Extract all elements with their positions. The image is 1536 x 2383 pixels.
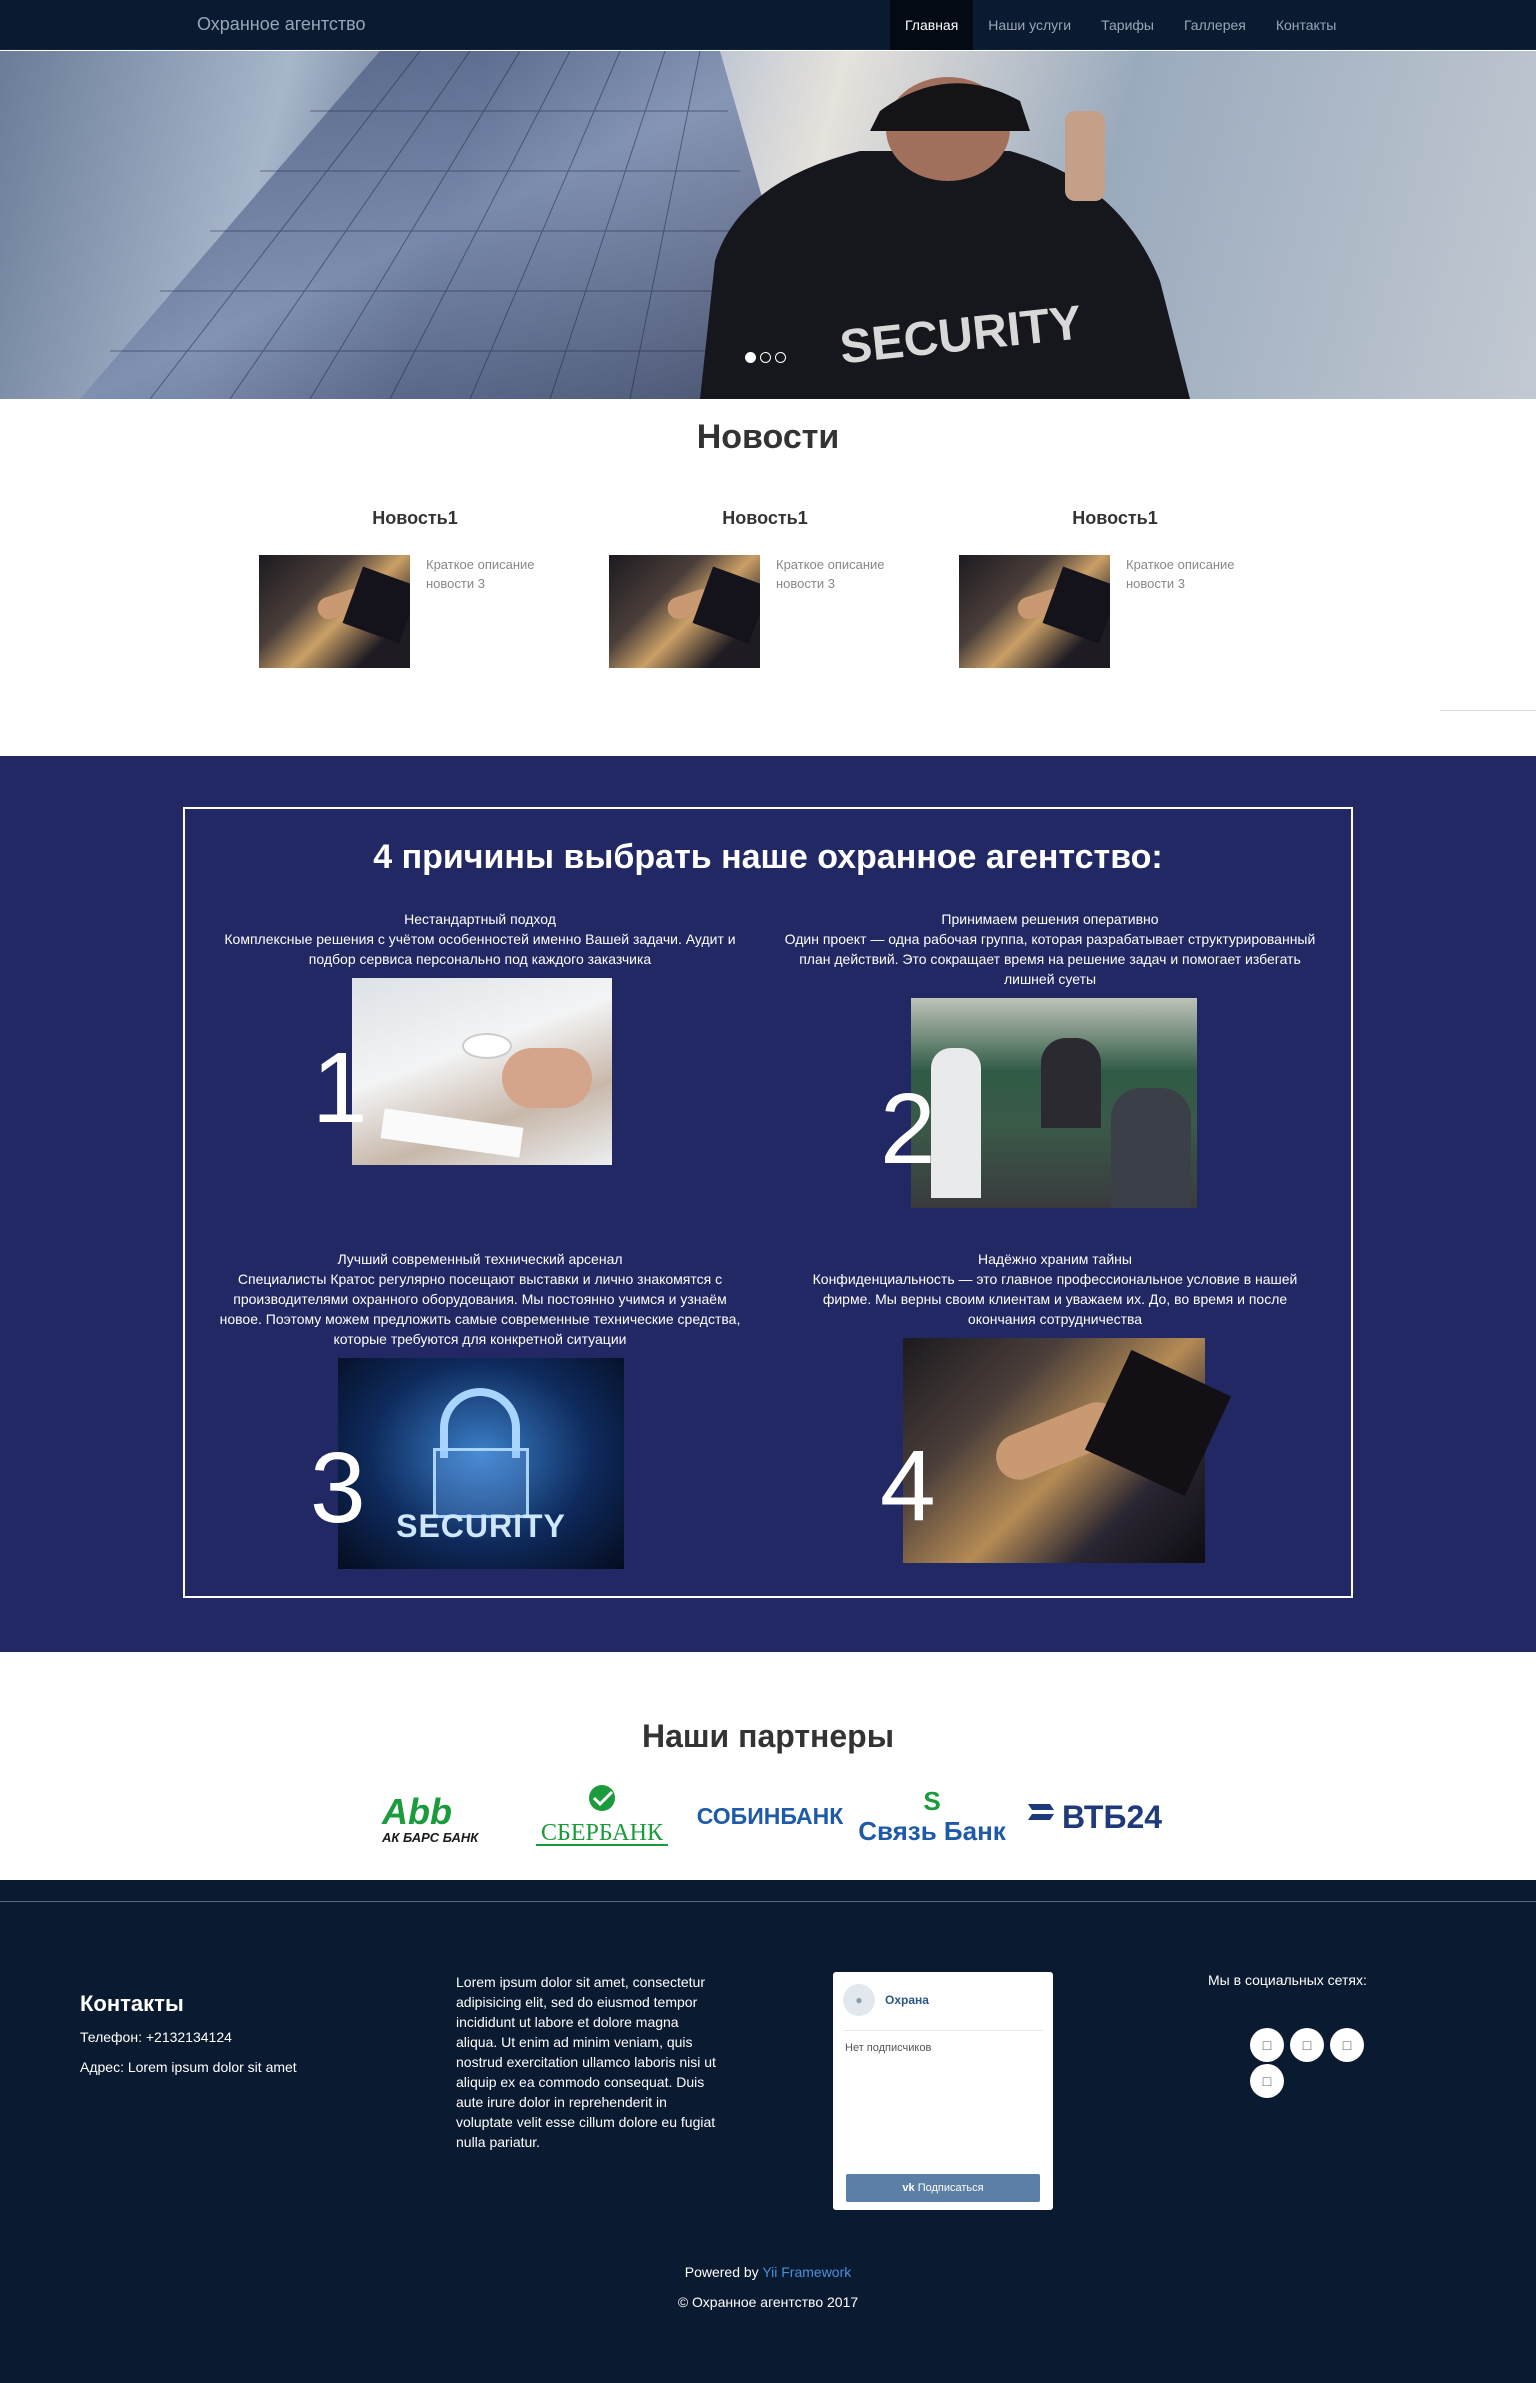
partner-logo-text: АК БАРС БАНК bbox=[381, 1830, 479, 1845]
social-icon[interactable]: □ bbox=[1250, 2064, 1284, 2098]
reasons-heading: 4 причины выбрать наше охранное агентств… bbox=[373, 838, 1163, 876]
powered-prefix: Powered by bbox=[684, 2264, 763, 2280]
reason-text: Один проект — одна рабочая группа, котор… bbox=[784, 931, 1316, 987]
footer-divider bbox=[0, 1901, 1536, 1902]
vk-subscribers: Нет подписчиков bbox=[845, 2042, 932, 2054]
vk-subscribe-button[interactable]: vk Подписаться bbox=[846, 2174, 1040, 2202]
partner-logo-sobinbank[interactable]: СОБИНБАНК bbox=[692, 1786, 848, 1846]
news-item: Новость1 Краткое описание новости 3 bbox=[600, 508, 930, 668]
contact-phone: Телефон: +2132134124 bbox=[80, 2029, 232, 2045]
nav-item-contacts[interactable]: Контакты bbox=[1261, 0, 1351, 50]
contacts-heading: Контакты bbox=[80, 1991, 184, 2016]
reason-number: 2 bbox=[880, 1073, 936, 1185]
powered-by: Powered by Yii Framework bbox=[0, 2264, 1536, 2280]
vk-widget-header[interactable]: ● Охрана bbox=[843, 1984, 929, 2016]
brand-link[interactable]: Охранное агентство bbox=[197, 14, 366, 35]
vk-widget: ● Охрана Нет подписчиков vk Подписаться bbox=[833, 1972, 1053, 2210]
nav-item-home[interactable]: Главная bbox=[890, 0, 974, 50]
social-icon[interactable]: □ bbox=[1330, 2028, 1364, 2062]
reason-title: Нестандартный подход bbox=[404, 911, 556, 927]
news-item-title[interactable]: Новость1 bbox=[250, 508, 580, 529]
reason-item: Принимаем решения оперативно Один проект… bbox=[780, 909, 1320, 989]
reason-image bbox=[352, 978, 612, 1165]
carousel-dot[interactable] bbox=[775, 352, 786, 363]
reason-text: Специалисты Кратос регулярно посещают вы… bbox=[219, 1271, 741, 1347]
yii-framework-link[interactable]: Yii Framework bbox=[762, 2264, 851, 2280]
news-heading: Новости bbox=[696, 418, 840, 456]
vk-subscribe-label: Подписаться bbox=[917, 2182, 984, 2194]
reason-image bbox=[911, 998, 1197, 1208]
hero-carousel[interactable]: SECURITY bbox=[0, 51, 1536, 399]
hero-image: SECURITY bbox=[80, 51, 1190, 399]
nav-item-tariffs[interactable]: Тарифы bbox=[1086, 0, 1169, 50]
group-avatar-icon: ● bbox=[843, 1984, 875, 2016]
divider bbox=[1440, 710, 1536, 711]
news-item-title[interactable]: Новость1 bbox=[950, 508, 1280, 529]
footer: Контакты Телефон: +2132134124 Адрес: Lor… bbox=[0, 1880, 1536, 2383]
vk-widget-divider bbox=[843, 2030, 1043, 2031]
reason-image-caption: SECURITY bbox=[396, 1508, 566, 1544]
copyright: © Охранное агентство 2017 bbox=[677, 2294, 859, 2310]
social-icon[interactable]: □ bbox=[1250, 2028, 1284, 2062]
reason-text: Конфиденциальность — это главное професс… bbox=[812, 1271, 1298, 1327]
news-thumbnail[interactable] bbox=[259, 555, 410, 668]
reason-title: Принимаем решения оперативно bbox=[941, 911, 1159, 927]
reason-title: Лучший современный технический арсенал bbox=[337, 1251, 623, 1267]
reason-image: SECURITY bbox=[338, 1358, 624, 1569]
reason-item: Надёжно храним тайны Конфиденциальность … bbox=[800, 1249, 1310, 1329]
news-thumbnail[interactable] bbox=[959, 555, 1110, 668]
news-item: Новость1 Краткое описание новости 3 bbox=[950, 508, 1280, 668]
partner-logo-text: ВТБ24 bbox=[1062, 1799, 1162, 1835]
social-heading: Мы в социальных сетях: bbox=[1208, 1972, 1367, 1988]
news-item-text: Краткое описание новости 3 bbox=[776, 557, 885, 591]
news-item: Новость1 Краткое описание новости 3 bbox=[250, 508, 580, 668]
reason-number: 1 bbox=[312, 1032, 368, 1144]
reason-number: 4 bbox=[880, 1430, 936, 1542]
partner-logo-text: Связь Банк bbox=[858, 1816, 1007, 1846]
carousel-indicators bbox=[745, 352, 786, 363]
reason-title: Надёжно храним тайны bbox=[978, 1251, 1132, 1267]
partner-logo-sberbank[interactable]: СБЕРБАНК bbox=[532, 1785, 672, 1846]
news-item-text: Краткое описание новости 3 bbox=[1126, 557, 1235, 591]
social-icon[interactable]: □ bbox=[1290, 2028, 1324, 2062]
svg-text:Abb: Abb bbox=[381, 1791, 452, 1832]
main-nav: Главная Наши услуги Тарифы Галлерея Конт… bbox=[890, 0, 1351, 50]
contact-address: Адрес: Lorem ipsum dolor sit amet bbox=[80, 2059, 297, 2075]
nav-item-gallery[interactable]: Галлерея bbox=[1169, 0, 1261, 50]
reason-item: Нестандартный подход Комплексные решения… bbox=[220, 909, 740, 969]
nav-item-services[interactable]: Наши услуги bbox=[973, 0, 1086, 50]
reason-image bbox=[903, 1338, 1232, 1563]
partner-logo-akbars[interactable]: Abb АК БАРС БАНК bbox=[378, 1786, 498, 1846]
partners-heading: Наши партнеры bbox=[641, 1718, 895, 1754]
footer-text: Lorem ipsum dolor sit amet, consectetur … bbox=[456, 1974, 716, 2150]
vk-group-name[interactable]: Охрана bbox=[885, 1993, 929, 2007]
news-item-title[interactable]: Новость1 bbox=[600, 508, 930, 529]
reasons-section: 4 причины выбрать наше охранное агентств… bbox=[0, 756, 1536, 1652]
news-thumbnail[interactable] bbox=[609, 555, 760, 668]
news-item-text: Краткое описание новости 3 bbox=[426, 557, 535, 591]
partner-logo-text: СОБИНБАНК bbox=[697, 1803, 844, 1829]
carousel-dot[interactable] bbox=[760, 352, 771, 363]
navbar: Охранное агентство Главная Наши услуги Т… bbox=[0, 0, 1536, 50]
reason-text: Комплексные решения с учётом особенносте… bbox=[224, 931, 736, 967]
partner-logo-text: СБЕРБАНК bbox=[541, 1820, 664, 1846]
svg-text:S: S bbox=[923, 1786, 940, 1816]
carousel-dot[interactable] bbox=[745, 352, 756, 363]
reason-number: 3 bbox=[310, 1432, 366, 1544]
partner-logo-vtb24[interactable]: ВТБ24 bbox=[1024, 1786, 1170, 1846]
partner-logo-svyazbank[interactable]: S Связь Банк bbox=[856, 1786, 1008, 1846]
vk-icon: vk bbox=[902, 2182, 918, 2194]
reason-item: Лучший современный технический арсенал С… bbox=[215, 1249, 745, 1349]
